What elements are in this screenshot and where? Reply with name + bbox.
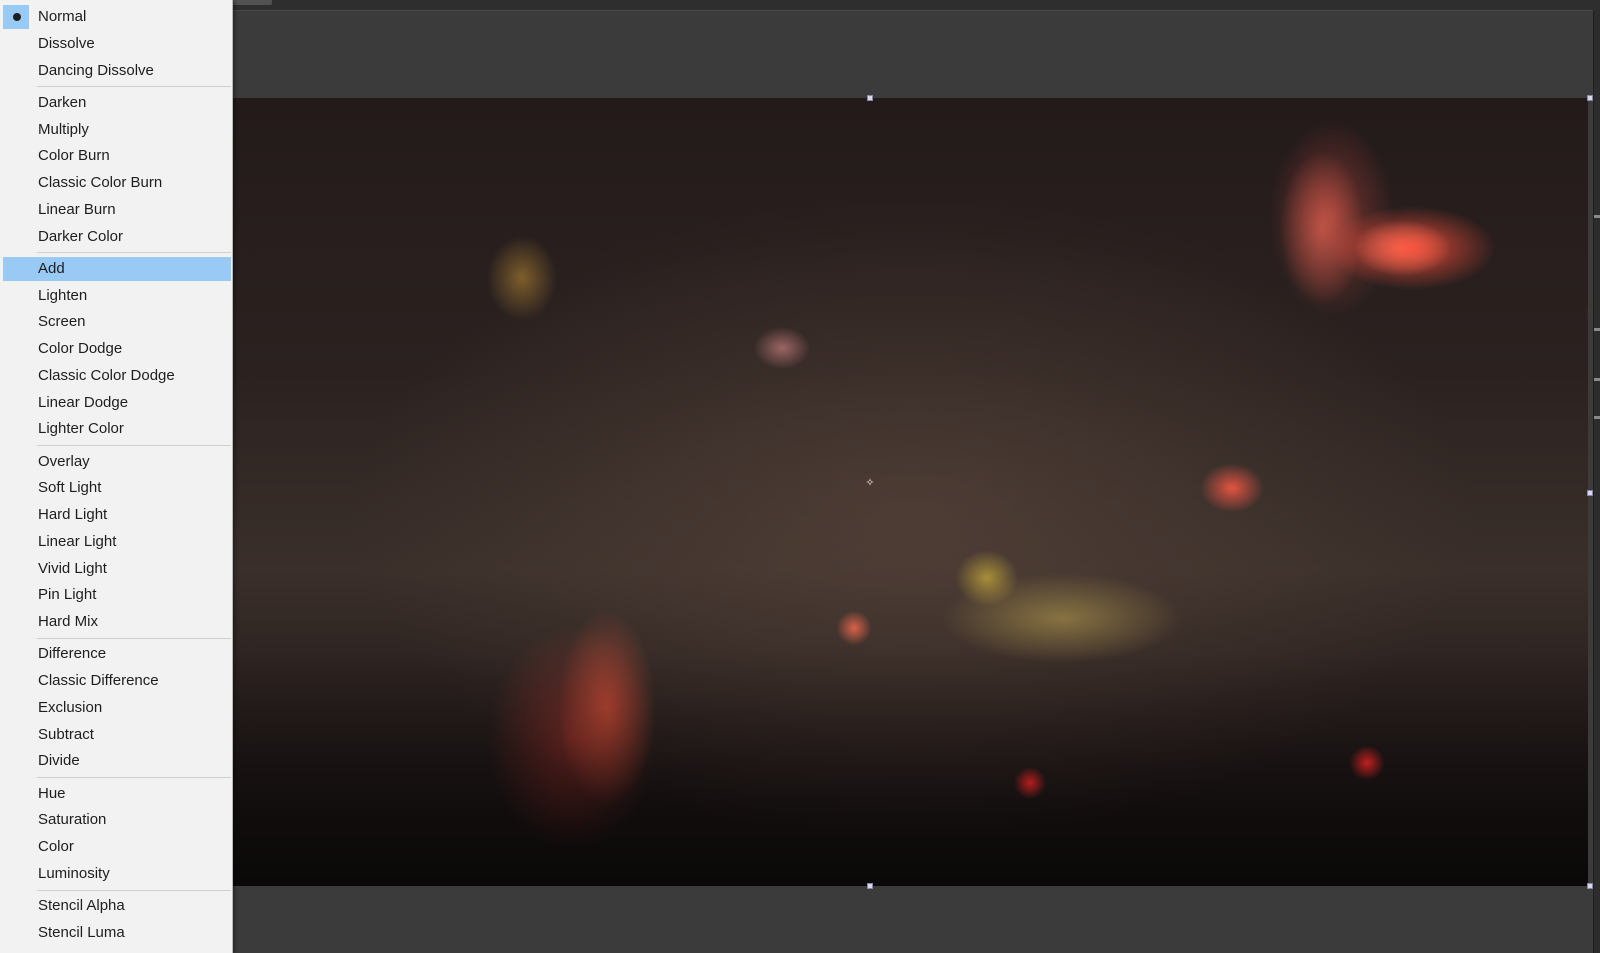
menu-item-label: Dancing Dissolve <box>38 62 154 79</box>
right-panel-edge <box>1593 10 1600 953</box>
blend-mode-item-darken[interactable]: Darken <box>3 91 231 115</box>
blend-mode-item-exclusion[interactable]: Exclusion <box>3 696 231 720</box>
panel-marker <box>1594 378 1600 381</box>
blend-mode-item-lighten[interactable]: Lighten <box>3 284 231 308</box>
menu-item-label: Darken <box>38 94 87 111</box>
layer-handle-middle-right[interactable] <box>1587 490 1593 496</box>
menu-item-label: Classic Color Burn <box>38 174 163 191</box>
menu-item-label: Soft Light <box>38 479 102 496</box>
selected-bullet-icon <box>3 5 29 29</box>
menu-item-label: Classic Color Dodge <box>38 367 175 384</box>
menu-item-label: Lighter Color <box>38 420 124 437</box>
menu-item-label: Color Burn <box>38 147 110 164</box>
menu-item-label: Multiply <box>38 121 89 138</box>
menu-separator <box>37 777 231 778</box>
blend-mode-item-classic-color-burn[interactable]: Classic Color Burn <box>3 171 231 195</box>
blend-mode-item-multiply[interactable]: Multiply <box>3 118 231 142</box>
menu-item-label: Normal <box>38 8 87 25</box>
blend-mode-item-saturation[interactable]: Saturation <box>3 808 231 832</box>
menu-separator <box>37 445 231 446</box>
panel-marker <box>1594 215 1600 218</box>
menu-item-label: Exclusion <box>38 699 103 716</box>
menu-separator <box>37 252 231 253</box>
layer-handle-bottom-center[interactable] <box>867 883 873 889</box>
menu-item-label: Stencil Alpha <box>38 897 125 914</box>
menu-item-label: Saturation <box>38 811 107 828</box>
blend-mode-item-subtract[interactable]: Subtract <box>3 723 231 747</box>
menu-item-label: Linear Dodge <box>38 394 129 411</box>
blend-mode-item-classic-color-dodge[interactable]: Classic Color Dodge <box>3 364 231 388</box>
menu-item-label: Add <box>38 260 65 277</box>
menu-item-label: Subtract <box>38 726 94 743</box>
blend-mode-item-add[interactable]: Add <box>3 257 231 281</box>
panel-marker <box>1594 328 1600 331</box>
menu-item-label: Stencil Luma <box>38 924 125 941</box>
menu-item-label: Classic Difference <box>38 672 159 689</box>
composition-window: ✧ Normal Dissolve Dancing Dissolve Darken Mu… <box>0 0 1600 953</box>
menu-item-label: Lighten <box>38 287 88 304</box>
blend-mode-item-classic-difference[interactable]: Classic Difference <box>3 669 231 693</box>
menu-item-label: Divide <box>38 752 80 769</box>
menu-item-label: Hard Mix <box>38 613 99 630</box>
menu-item-label: Linear Burn <box>38 201 116 218</box>
blend-mode-item-pin-light[interactable]: Pin Light <box>3 583 231 607</box>
menu-item-label: Pin Light <box>38 586 97 603</box>
menu-separator <box>37 638 231 639</box>
blend-mode-item-hue[interactable]: Hue <box>3 782 231 806</box>
layer-handle-top-right[interactable] <box>1587 95 1593 101</box>
menu-item-label: Linear Light <box>38 533 117 550</box>
blend-mode-item-vivid-light[interactable]: Vivid Light <box>3 557 231 581</box>
blend-mode-item-hard-light[interactable]: Hard Light <box>3 503 231 527</box>
blend-mode-item-color[interactable]: Color <box>3 835 231 859</box>
blend-mode-item-linear-burn[interactable]: Linear Burn <box>3 198 231 222</box>
blend-mode-item-stencil-alpha[interactable]: Stencil Alpha <box>3 894 231 918</box>
menu-separator <box>37 890 231 891</box>
menu-item-label: Hue <box>38 785 66 802</box>
menu-item-label: Color Dodge <box>38 340 123 357</box>
menu-item-label: Difference <box>38 645 107 662</box>
menu-item-label: Color <box>38 838 74 855</box>
menu-item-label: Luminosity <box>38 865 110 882</box>
layer-handle-top-center[interactable] <box>867 95 873 101</box>
menu-item-label: Screen <box>38 313 86 330</box>
blend-mode-item-dancing-dissolve[interactable]: Dancing Dissolve <box>3 59 231 83</box>
blend-mode-item-luminosity[interactable]: Luminosity <box>3 862 231 886</box>
blend-mode-item-linear-dodge[interactable]: Linear Dodge <box>3 391 231 415</box>
blend-mode-item-lighter-color[interactable]: Lighter Color <box>3 417 231 441</box>
blend-mode-item-stencil-luma[interactable]: Stencil Luma <box>3 921 231 945</box>
menu-item-label: Vivid Light <box>38 560 107 577</box>
blend-mode-item-hard-mix[interactable]: Hard Mix <box>3 610 231 634</box>
blend-mode-item-screen[interactable]: Screen <box>3 310 231 334</box>
blend-mode-item-divide[interactable]: Divide <box>3 749 231 773</box>
blend-mode-item-normal[interactable]: Normal <box>3 5 231 29</box>
menu-item-label: Overlay <box>38 453 90 470</box>
blend-mode-item-color-dodge[interactable]: Color Dodge <box>3 337 231 361</box>
layer-handle-bottom-right[interactable] <box>1587 883 1593 889</box>
menu-separator <box>37 86 231 87</box>
blend-mode-item-soft-light[interactable]: Soft Light <box>3 476 231 500</box>
anchor-point-crosshair-icon[interactable]: ✧ <box>865 478 875 489</box>
blend-mode-item-overlay[interactable]: Overlay <box>3 450 231 474</box>
blend-mode-item-darker-color[interactable]: Darker Color <box>3 225 231 249</box>
top-tab-bar <box>0 0 1600 11</box>
blend-mode-item-color-burn[interactable]: Color Burn <box>3 144 231 168</box>
composition-viewer[interactable]: ✧ <box>232 98 1588 886</box>
menu-item-label: Hard Light <box>38 506 108 523</box>
blend-mode-item-linear-light[interactable]: Linear Light <box>3 530 231 554</box>
blend-mode-item-difference[interactable]: Difference <box>3 642 231 666</box>
menu-item-label: Darker Color <box>38 228 124 245</box>
panel-marker <box>1594 416 1600 419</box>
blend-mode-dropdown-menu: Normal Dissolve Dancing Dissolve Darken Mult… <box>0 0 233 953</box>
menu-item-label: Dissolve <box>38 35 95 52</box>
blend-mode-item-dissolve[interactable]: Dissolve <box>3 32 231 56</box>
